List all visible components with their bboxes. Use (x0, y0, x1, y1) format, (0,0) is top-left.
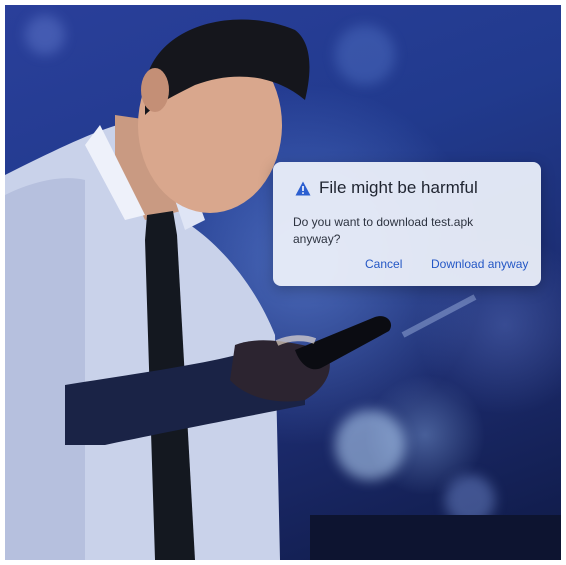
photo-background: File might be harmful Do you want to dow… (5, 5, 561, 560)
download-anyway-button[interactable]: Download anyway (431, 257, 528, 271)
harmful-file-dialog: File might be harmful Do you want to dow… (273, 162, 541, 286)
cancel-button[interactable]: Cancel (365, 257, 402, 271)
dialog-header: File might be harmful (295, 178, 478, 198)
warning-triangle-icon (295, 181, 311, 195)
dialog-message: Do you want to download test.apk anyway? (293, 215, 474, 246)
dialog-title: File might be harmful (319, 178, 478, 197)
